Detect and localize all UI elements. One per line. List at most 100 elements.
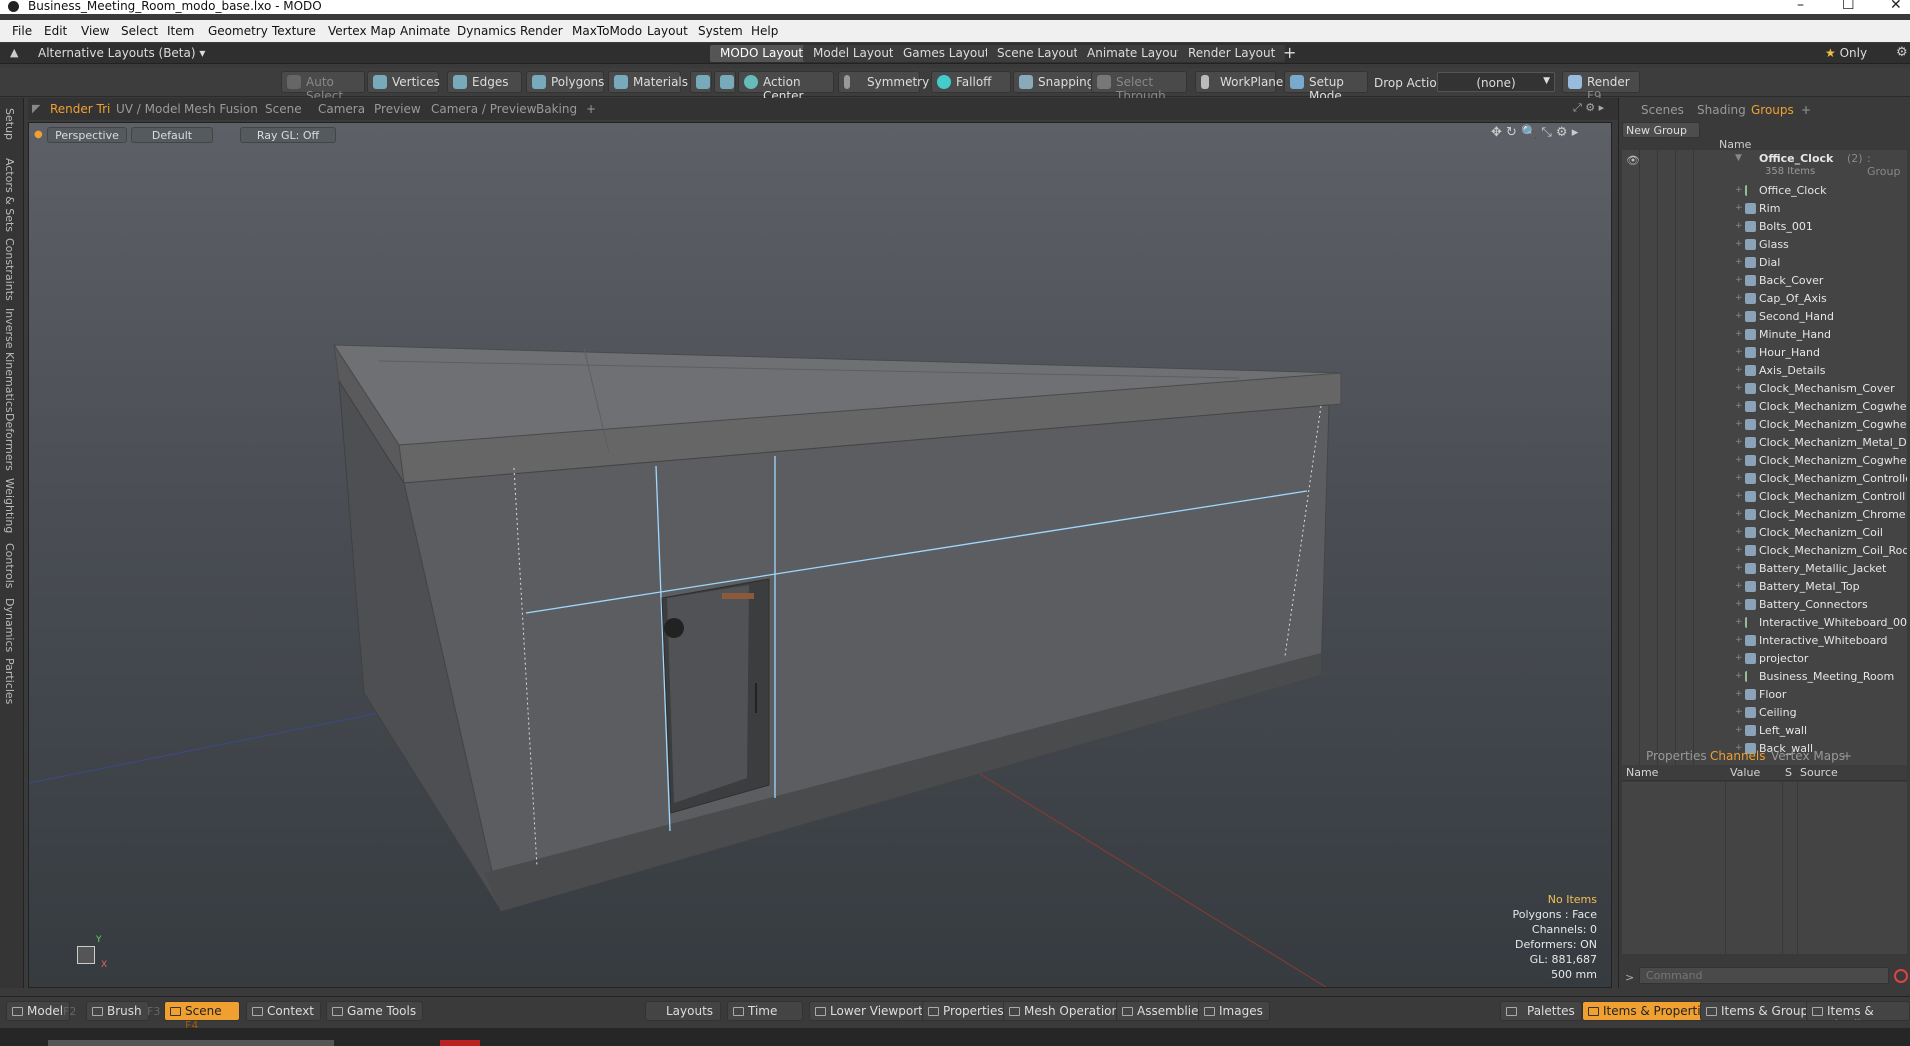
images-button[interactable]: Images [1198, 1001, 1270, 1021]
menu-maxtomodo[interactable]: MaxToModo [572, 24, 642, 38]
minimize-button[interactable]: – [1797, 0, 1804, 13]
expand-icon[interactable]: + [1735, 707, 1743, 717]
tab-controls[interactable]: Controls [3, 543, 16, 589]
tab-animate-layout[interactable]: Animate Layout [1077, 45, 1192, 62]
mesh-operations-button[interactable]: Mesh Operations [1003, 1001, 1133, 1021]
select-mode-b-button[interactable] [714, 71, 736, 93]
channels-list[interactable] [1622, 782, 1907, 954]
game-tools-button[interactable]: Game Tools [326, 1001, 424, 1021]
list-item[interactable]: + Interactive_Whiteboard [1622, 632, 1907, 650]
expand-icon[interactable]: + [1735, 491, 1743, 501]
menu-geometry[interactable]: Geometry [208, 24, 268, 38]
setup-mode-button[interactable]: Setup Mode [1284, 71, 1368, 103]
tab-mesh-fusion[interactable]: Mesh Fusion [184, 102, 258, 116]
polygons-button[interactable]: Polygons [526, 71, 604, 93]
tab-shading[interactable]: Shading [1697, 103, 1746, 117]
list-item[interactable]: + Clock_Mechanizm_Controller [1622, 470, 1907, 488]
auto-select-button[interactable]: Auto Select [281, 71, 365, 103]
items-groups-button[interactable]: Items & Groups [1700, 1001, 1822, 1021]
list-item[interactable]: + Battery_Metal_Top [1622, 578, 1907, 596]
expand-icon[interactable]: + [1735, 203, 1743, 213]
tab-properties[interactable]: Properties [1646, 749, 1707, 763]
tab-setup[interactable]: Setup [3, 108, 16, 140]
menu-dynamics[interactable]: Dynamics [457, 24, 516, 38]
expand-icon[interactable]: + [1735, 437, 1743, 447]
expand-icon[interactable]: + [1735, 365, 1743, 375]
expand-icon[interactable]: + [1735, 527, 1743, 537]
expand-icon[interactable]: + [1735, 617, 1743, 627]
list-item[interactable]: + Clock_Mechanizm_Coil_Rod [1622, 542, 1907, 560]
palettes-button[interactable]: Palettes [1500, 1001, 1582, 1021]
model-button[interactable]: Model [6, 1001, 71, 1021]
render-button[interactable]: Render F9 [1562, 71, 1640, 103]
collapse-arrow-icon[interactable]: ▼ [1735, 153, 1742, 163]
layouts-button[interactable]: Layouts [645, 1001, 721, 1021]
tab-camera-preview[interactable]: Camera / Preview [431, 102, 536, 116]
close-button[interactable]: ✕ [1890, 0, 1902, 13]
list-item[interactable]: + Rim [1622, 200, 1907, 218]
time-button[interactable]: Time [727, 1001, 803, 1021]
list-item[interactable]: + Clock_Mechanizm_Cogwhe ... [1622, 452, 1907, 470]
menu-view[interactable]: View [81, 24, 109, 38]
add-lower-tab-button[interactable]: + [1842, 749, 1852, 763]
collapse-icon[interactable]: ▲ [10, 46, 18, 59]
tab-scene[interactable]: Scene [265, 102, 302, 116]
expand-icon[interactable]: + [1735, 725, 1743, 735]
tab-render-layout[interactable]: Render Layout [1178, 45, 1286, 62]
expand-icon[interactable]: ⤢ ⚙ ▸ [1573, 101, 1604, 115]
expand-icon[interactable]: + [1735, 347, 1743, 357]
tab-channels[interactable]: Channels [1710, 749, 1766, 763]
expand-icon[interactable]: + [1735, 671, 1743, 681]
drop-action-select[interactable]: (none) ▼ [1437, 72, 1555, 92]
list-item[interactable]: + Bolts_001 [1622, 218, 1907, 236]
tab-uv-model[interactable]: UV / Model [116, 102, 181, 116]
menu-file[interactable]: File [12, 24, 32, 38]
snapping-button[interactable]: Snapping [1013, 71, 1102, 93]
expand-icon[interactable]: + [1735, 635, 1743, 645]
expand-icon[interactable]: + [1735, 221, 1743, 231]
lower-viewports-button[interactable]: Lower Viewports [809, 1001, 937, 1021]
list-item[interactable]: + Clock_Mechanizm_Coil [1622, 524, 1907, 542]
falloff-button[interactable]: Falloff [931, 71, 1011, 93]
tab-vertex-maps[interactable]: Vertex Maps [1771, 749, 1845, 763]
3d-viewport[interactable]: ● Perspective Default Ray GL: Off ✥ ↻ 🔍 … [28, 122, 1612, 988]
menu-layout[interactable]: Layout [647, 24, 688, 38]
tab-particles[interactable]: Particles [3, 658, 16, 704]
symmetry-button[interactable]: Symmetry [838, 71, 929, 93]
add-tab-button[interactable]: + [586, 102, 596, 116]
list-item[interactable]: + Cap_Of_Axis [1622, 290, 1907, 308]
expand-icon[interactable]: + [1735, 563, 1743, 573]
expand-icon[interactable]: + [1735, 689, 1743, 699]
materials-button[interactable]: Materials [608, 71, 688, 93]
tab-weighting[interactable]: Weighting [3, 478, 16, 533]
list-item[interactable]: + Battery_Connectors [1622, 596, 1907, 614]
expand-icon[interactable]: + [1735, 239, 1743, 249]
expand-icon[interactable]: + [1735, 599, 1743, 609]
expand-icon[interactable]: + [1735, 275, 1743, 285]
list-item[interactable]: + Axis_Details [1622, 362, 1907, 380]
tab-render-tri[interactable]: Render Tri [50, 102, 110, 116]
tab-preview[interactable]: Preview [374, 102, 421, 116]
list-item[interactable]: + Minute_Hand [1622, 326, 1907, 344]
add-layout-button[interactable]: + [1283, 43, 1296, 62]
scene-button[interactable]: Scene F4 [164, 1001, 240, 1032]
tab-scene-layout[interactable]: Scene Layout [987, 45, 1089, 62]
maximize-button[interactable]: ☐ [1842, 0, 1855, 13]
menu-vertex-map[interactable]: Vertex Map [328, 24, 396, 38]
properties-button[interactable]: Properties [922, 1001, 1011, 1021]
list-item[interactable]: + Clock_Mechanizm_Metal_D ... [1622, 434, 1907, 452]
expand-icon[interactable]: + [1735, 653, 1743, 663]
list-item[interactable]: + Clock_Mechanizm_Cogwhe ... [1622, 416, 1907, 434]
list-item[interactable]: + Interactive_Whiteboard_001 [1622, 614, 1907, 632]
menu-texture[interactable]: Texture [272, 24, 316, 38]
menu-edit[interactable]: Edit [44, 24, 67, 38]
context-button[interactable]: Context [246, 1001, 322, 1021]
select-through-button[interactable]: Select Through [1091, 71, 1187, 103]
list-item[interactable]: + Back_Cover [1622, 272, 1907, 290]
new-group-button[interactable]: New Group [1622, 122, 1700, 138]
expand-icon[interactable]: + [1735, 293, 1743, 303]
list-item[interactable]: + Glass [1622, 236, 1907, 254]
tab-groups[interactable]: Groups [1751, 103, 1794, 117]
tab-actors-sets[interactable]: Actors & Sets [3, 158, 16, 232]
list-item[interactable]: + Clock_Mechanism_Cover [1622, 380, 1907, 398]
